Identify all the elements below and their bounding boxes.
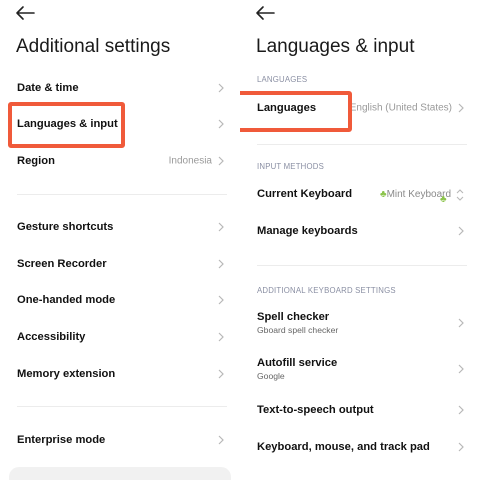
chevron-right-icon — [218, 222, 224, 232]
settings-item-region[interactable]: Region Indonesia — [0, 144, 240, 178]
item-label: Languages & input — [17, 118, 118, 130]
additional-settings-screen: Additional settings Date & time Language… — [0, 0, 240, 480]
item-label: Region — [17, 155, 55, 167]
item-label: Current Keyboard — [257, 188, 353, 200]
settings-item-date-time[interactable]: Date & time — [0, 71, 240, 105]
settings-item-gesture-shortcuts[interactable]: Gesture shortcuts — [0, 210, 240, 244]
settings-item-current-keyboard[interactable]: Current Keyboard ♣Mint Keyboard ♣ — [240, 177, 480, 211]
chevron-right-icon — [218, 295, 224, 305]
settings-item-manage-keyboards[interactable]: Manage keyboards — [240, 214, 480, 248]
item-label: Gesture shortcuts — [17, 221, 114, 233]
settings-item-languages[interactable]: Languages English (United States) — [240, 91, 480, 125]
divider — [257, 144, 467, 145]
clover-icon: ♣ — [440, 194, 447, 205]
chevron-right-icon — [218, 435, 224, 445]
item-label: Languages — [257, 102, 317, 114]
section-header-input-methods: INPUT METHODS — [257, 162, 325, 171]
page-title: Languages & input — [256, 36, 415, 57]
item-label: Spell checker — [257, 311, 330, 323]
item-text: Spell checker Gboard spell checker — [257, 311, 338, 335]
settings-item-text-to-speech[interactable]: Text-to-speech output — [240, 393, 480, 427]
divider — [17, 406, 227, 407]
section-header-languages: LANGUAGES — [257, 75, 308, 84]
languages-input-screen: Languages & input LANGUAGES Languages En… — [240, 0, 480, 480]
section-header-additional-keyboard-settings: ADDITIONAL KEYBOARD SETTINGS — [257, 286, 396, 295]
chevron-right-icon — [458, 226, 464, 236]
settings-item-autofill-service[interactable]: Autofill service Google — [240, 352, 480, 386]
item-subtitle: Gboard spell checker — [257, 325, 339, 335]
back-arrow-icon[interactable] — [254, 4, 276, 22]
item-subtitle: Google — [257, 371, 285, 381]
chevron-up-down-icon — [456, 189, 464, 201]
settings-item-screen-recorder[interactable]: Screen Recorder — [0, 247, 240, 281]
chevron-right-icon — [458, 442, 464, 452]
settings-item-spell-checker[interactable]: Spell checker Gboard spell checker — [240, 306, 480, 340]
settings-item-languages-input[interactable]: Languages & input — [0, 107, 240, 141]
item-label: Memory extension — [17, 368, 116, 380]
chevron-right-icon — [218, 156, 224, 166]
bottom-card — [9, 467, 231, 480]
divider — [17, 194, 227, 195]
item-label: Screen Recorder — [17, 258, 107, 270]
item-label: Enterprise mode — [17, 434, 106, 446]
region-value: Indonesia — [168, 155, 212, 167]
item-label: Manage keyboards — [257, 225, 358, 237]
back-arrow-icon[interactable] — [14, 4, 36, 22]
item-label: Accessibility — [17, 331, 86, 343]
item-label: Keyboard, mouse, and track pad — [257, 441, 430, 453]
chevron-right-icon — [218, 369, 224, 379]
page-title: Additional settings — [16, 36, 171, 57]
chevron-right-icon — [218, 83, 224, 93]
divider — [257, 265, 467, 266]
chevron-right-icon — [458, 103, 464, 113]
chevron-right-icon — [218, 332, 224, 342]
item-label: Text-to-speech output — [257, 404, 374, 416]
settings-item-accessibility[interactable]: Accessibility — [0, 320, 240, 354]
chevron-right-icon — [458, 405, 464, 415]
chevron-right-icon — [458, 318, 464, 328]
chevron-right-icon — [218, 259, 224, 269]
item-label: Autofill service — [257, 357, 338, 369]
item-label: One-handed mode — [17, 294, 116, 306]
settings-item-keyboard-mouse-trackpad[interactable]: Keyboard, mouse, and track pad — [240, 430, 480, 464]
item-label: Date & time — [17, 82, 79, 94]
chevron-right-icon — [218, 119, 224, 129]
chevron-right-icon — [458, 364, 464, 374]
settings-item-memory-extension[interactable]: Memory extension — [0, 357, 240, 391]
settings-item-enterprise-mode[interactable]: Enterprise mode — [0, 423, 240, 457]
settings-item-one-handed-mode[interactable]: One-handed mode — [0, 283, 240, 317]
item-text: Autofill service Google — [257, 357, 337, 381]
language-value: English (United States) — [349, 102, 452, 114]
